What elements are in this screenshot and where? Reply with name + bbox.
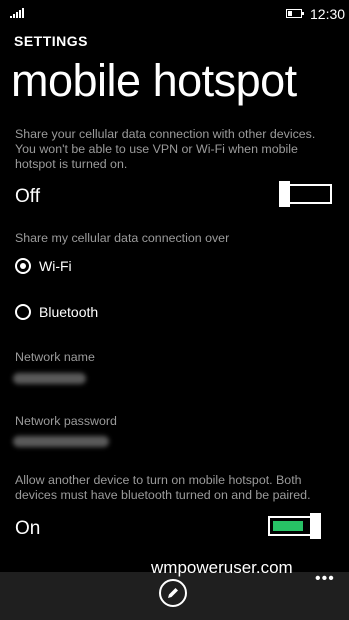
clock: 12:30	[310, 6, 346, 22]
battery-icon	[286, 9, 304, 18]
remote-enable-description: Allow another device to turn on mobile h…	[15, 473, 311, 502]
remote-enable-toggle[interactable]	[268, 513, 321, 539]
network-name-label: Network name	[15, 350, 95, 364]
settings-label: SETTINGS	[14, 33, 89, 49]
more-options-button[interactable]: •••	[315, 570, 335, 588]
radio-wifi-label: Wi-Fi	[39, 258, 72, 274]
network-password-label: Network password	[15, 414, 117, 428]
watermark: wmpoweruser.com	[151, 558, 293, 577]
hotspot-state-label: Off	[15, 186, 40, 207]
network-name-value-redacted[interactable]	[13, 373, 86, 384]
toggle-fill	[273, 521, 303, 531]
radio-wifi[interactable]: Wi-Fi	[15, 258, 72, 274]
share-over-label: Share my cellular data connection over	[15, 231, 230, 245]
pencil-icon[interactable]	[159, 579, 187, 607]
radio-bluetooth-label: Bluetooth	[39, 304, 99, 320]
toggle-knob	[279, 181, 290, 207]
page-title: mobile hotspot	[11, 55, 297, 106]
network-password-value-redacted[interactable]	[13, 436, 109, 447]
status-bar: 12:30	[0, 0, 349, 28]
hotspot-toggle[interactable]	[279, 181, 332, 207]
radio-unchecked-icon	[15, 304, 31, 320]
signal-bars-icon	[10, 8, 24, 18]
toggle-knob	[310, 513, 321, 539]
hotspot-description: Share your cellular data connection with…	[15, 127, 316, 171]
radio-bluetooth[interactable]: Bluetooth	[15, 304, 98, 320]
remote-enable-state-label: On	[15, 518, 41, 539]
radio-checked-icon	[15, 258, 31, 274]
